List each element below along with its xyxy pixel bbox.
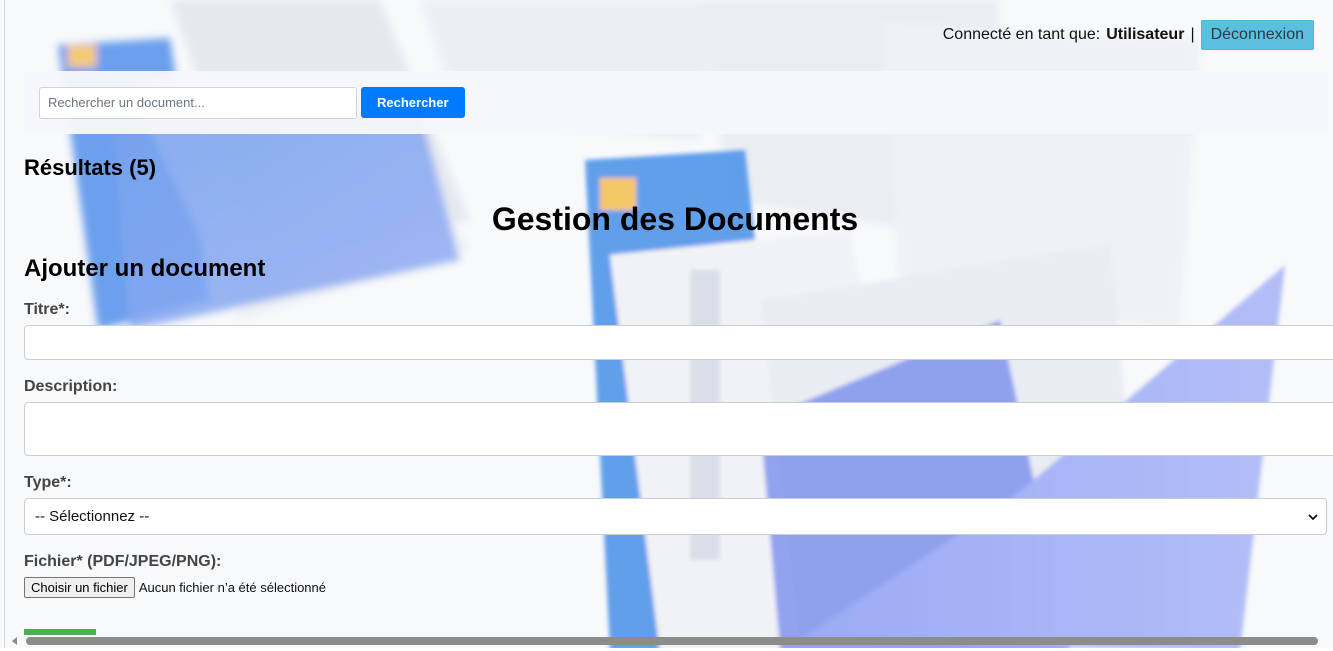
user-bar: Connecté en tant que: Utilisateur | Déco… (943, 20, 1314, 50)
type-select-value: -- Sélectionnez -- (35, 508, 150, 525)
logged-in-prefix: Connecté en tant que: (942, 26, 1101, 43)
scrollbar-thumb[interactable] (26, 637, 1318, 645)
logout-button[interactable]: Déconnexion (1200, 20, 1314, 50)
file-status-text: Aucun fichier n’a été sélectionné (138, 580, 327, 595)
search-button[interactable]: Rechercher (361, 87, 465, 118)
search-bar: Rechercher (24, 71, 1328, 134)
type-label: Type*: (24, 474, 72, 491)
page-title: Gestion des Documents (491, 201, 859, 237)
window-left-border (4, 0, 5, 651)
scroll-left-arrow-icon[interactable] (12, 637, 17, 645)
main-content: Résultats (5) Gestion des Documents Ajou… (24, 134, 1333, 598)
file-input: Choisir un fichier Aucun fichier n’a été… (24, 577, 1333, 598)
title-label: Titre*: (24, 301, 70, 318)
results-title: Résultats (5) (24, 155, 157, 180)
add-document-title: Ajouter un document (24, 255, 266, 282)
file-label: Fichier* (PDF/JPEG/PNG): (24, 553, 222, 570)
page: Connecté en tant que: Utilisateur | Déco… (0, 0, 1333, 651)
search-input[interactable] (39, 86, 357, 119)
type-select[interactable]: -- Sélectionnez -- (24, 498, 1327, 535)
description-textarea[interactable] (24, 402, 1333, 456)
chevron-down-icon (1308, 513, 1318, 520)
description-label: Description: (24, 378, 118, 395)
horizontal-scrollbar[interactable] (8, 635, 1326, 647)
choose-file-button[interactable]: Choisir un fichier (24, 577, 135, 598)
user-bar-separator: | (1190, 26, 1195, 43)
username: Utilisateur (1106, 26, 1185, 43)
title-input[interactable] (24, 325, 1333, 360)
